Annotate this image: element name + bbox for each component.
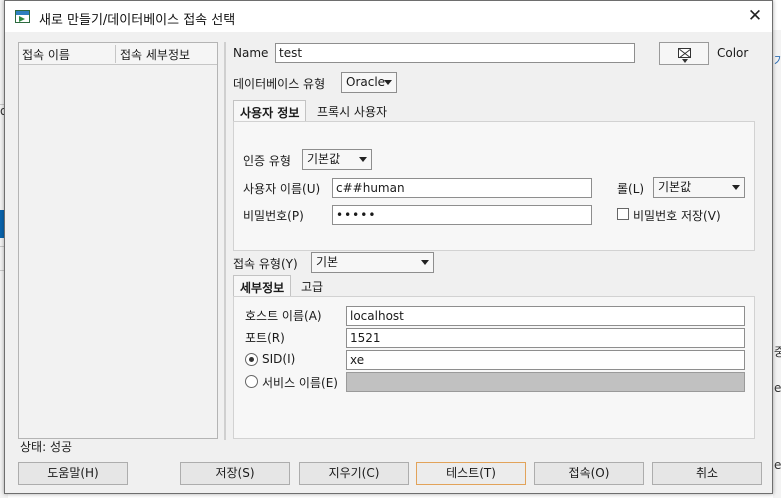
sid-radio[interactable] — [245, 353, 258, 366]
role-label: 롤(L) — [617, 182, 645, 196]
username-label: 사용자 이름(U) — [243, 182, 321, 196]
tab-advanced[interactable]: 고급 — [295, 275, 329, 297]
db-type-value: Oracle — [346, 75, 386, 89]
host-label: 호스트 이름(A) — [245, 309, 322, 323]
color-picker-button[interactable] — [659, 42, 709, 65]
background-window-right: 가 중 ev e — [773, 30, 781, 498]
username-field[interactable]: c##human — [332, 178, 592, 198]
column-divider[interactable] — [115, 45, 116, 63]
role-value: 기본값 — [658, 180, 692, 194]
column-header-connection-details[interactable]: 접속 세부정보 — [120, 46, 190, 63]
help-button[interactable]: 도움말(H) — [18, 462, 128, 485]
name-label: Name — [233, 46, 269, 60]
save-button[interactable]: 저장(S) — [180, 462, 290, 485]
connection-list[interactable]: 접속 이름 접속 세부정보 — [18, 42, 218, 439]
sid-field[interactable]: xe — [346, 350, 745, 370]
cancel-button[interactable]: 취소 — [652, 462, 762, 485]
save-password-label: 비밀번호 저장(V) — [633, 209, 721, 223]
connection-list-header: 접속 이름 접속 세부정보 — [19, 43, 217, 65]
role-select[interactable]: 기본값 — [653, 177, 745, 198]
password-field[interactable]: ••••• — [332, 205, 592, 225]
background-text: ev — [774, 381, 781, 395]
chevron-down-icon — [421, 260, 429, 265]
conn-type-label: 접속 유형(Y) — [233, 257, 298, 271]
auth-type-label: 인증 유형 — [243, 154, 291, 168]
title-bar[interactable]: 새로 만들기/데이터베이스 접속 선택 ✕ — [5, 1, 772, 32]
auth-type-value: 기본값 — [307, 152, 341, 166]
background-text: 중 — [774, 345, 781, 359]
service-name-radio[interactable] — [245, 375, 258, 388]
password-label: 비밀번호(P) — [243, 209, 304, 223]
save-password-checkbox[interactable] — [617, 208, 629, 220]
test-button[interactable]: 테스트(T) — [416, 462, 526, 485]
window-title: 새로 만들기/데이터베이스 접속 선택 — [39, 13, 236, 28]
chevron-down-icon — [732, 185, 740, 190]
conn-type-select[interactable]: 기본 — [311, 252, 434, 273]
port-label: 포트(R) — [245, 331, 285, 345]
column-header-connection-name[interactable]: 접속 이름 — [22, 46, 70, 63]
service-name-label: 서비스 이름(E) — [262, 376, 338, 390]
status-text: 상태: 성공 — [20, 440, 73, 454]
close-button[interactable]: ✕ — [746, 7, 764, 25]
chevron-down-icon — [682, 59, 688, 63]
sid-label: SID(I) — [262, 352, 296, 366]
conn-type-value: 기본 — [316, 255, 339, 269]
chevron-down-icon — [359, 157, 367, 162]
new-connection-dialog: 새로 만들기/데이터베이스 접속 선택 ✕ 접속 이름 접속 세부정보 상태: … — [4, 0, 773, 494]
background-text: e — [774, 458, 781, 472]
host-field[interactable]: localhost — [346, 306, 745, 326]
color-label: Color — [717, 46, 749, 60]
db-type-select[interactable]: Oracle — [341, 72, 397, 93]
background-text: 가 — [774, 54, 781, 68]
service-name-field — [346, 372, 745, 392]
clear-button[interactable]: 지우기(C) — [299, 462, 409, 485]
panel-splitter[interactable] — [224, 42, 226, 440]
tab-details[interactable]: 세부정보 — [233, 275, 292, 297]
tab-proxy-user[interactable]: 프록시 사용자 — [311, 100, 393, 122]
connect-button[interactable]: 접속(O) — [534, 462, 644, 485]
sql-developer-app-icon — [15, 10, 30, 23]
tab-user-info[interactable]: 사용자 정보 — [233, 100, 307, 122]
db-type-label: 데이터베이스 유형 — [233, 77, 326, 91]
chevron-down-icon — [384, 80, 392, 85]
name-field[interactable]: test — [275, 43, 635, 63]
no-color-icon — [678, 48, 691, 58]
auth-type-select[interactable]: 기본값 — [302, 149, 372, 170]
port-field[interactable]: 1521 — [346, 328, 745, 348]
